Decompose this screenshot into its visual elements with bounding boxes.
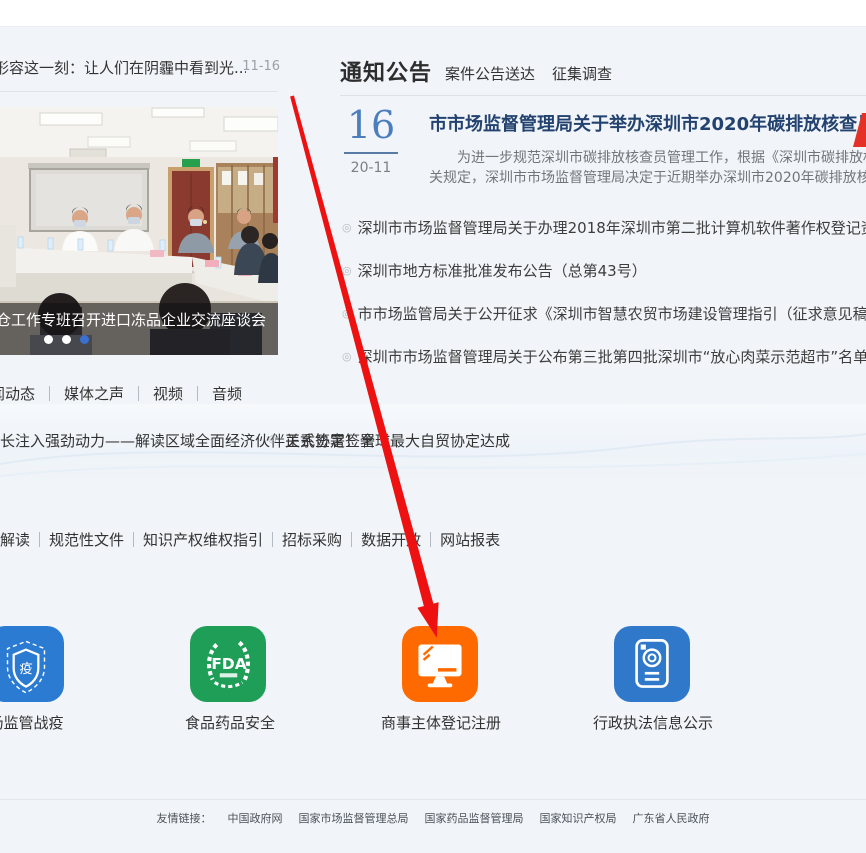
footer-label: 友情链接： (157, 810, 212, 826)
divider (430, 532, 431, 547)
ticker-item-2[interactable]: 正式签署！全球最大自贸协定达成 (285, 430, 510, 451)
divider (197, 386, 198, 401)
notice-item-row: ◎ 深圳市地方标准批准发布公告（总第43号） (342, 259, 866, 281)
left-news-link[interactable]: 形容这一刻：让人们在阴霾中看到光... (0, 57, 246, 78)
featured-summary-line1: 为进一步规范深圳市碳排放核查员管理工作，根据《深圳市碳排放权交易管理暂 (429, 147, 866, 167)
carousel-dots (44, 335, 89, 344)
notice-item-link[interactable]: 深圳市市场监督管理局关于公布第三批第四批深圳市“放心肉菜示范超市”名单的... (358, 346, 866, 367)
card-epidemic-label[interactable]: 场监管战疫 (0, 712, 106, 733)
notice-item-link[interactable]: 深圳市地方标准批准发布公告（总第43号） (358, 260, 647, 281)
featured-day: 16 (344, 102, 398, 148)
media-nav-news[interactable]: 闻动态 (0, 383, 35, 404)
tab-survey[interactable]: 征集调查 (552, 63, 612, 84)
card-food-drug-label[interactable]: 食品药品安全 (150, 712, 310, 733)
media-nav-voice[interactable]: 媒体之声 (64, 383, 124, 404)
list-bullet-icon: ◎ (342, 350, 352, 363)
quick-link-normative-docs[interactable]: 规范性文件 (49, 529, 124, 550)
divider (351, 532, 352, 547)
tab-case-announcements[interactable]: 案件公告送达 (445, 63, 535, 84)
monitor-icon (402, 626, 478, 702)
media-nav-video[interactable]: 视频 (153, 383, 183, 404)
card-law-enforcement-info[interactable] (614, 626, 690, 702)
divider (138, 386, 139, 401)
date-badge-line (344, 152, 398, 154)
notice-divider (340, 95, 866, 96)
footer-divider (0, 799, 866, 800)
carousel-caption-bar: 仓工作专班召开进口冻品企业交流座谈会 (0, 303, 278, 355)
carousel-dot-1[interactable] (44, 335, 53, 344)
fda-wreath-icon: FDA (190, 626, 266, 702)
footer-link-gov-cn[interactable]: 中国政府网 (228, 810, 283, 826)
carousel-caption[interactable]: 仓工作专班召开进口冻品企业交流座谈会 (0, 309, 278, 330)
notice-item-row: ◎ 深圳市市场监督管理局关于办理2018年深圳市第二批计算机软件著作权登记资助领 (342, 216, 866, 238)
card-epidemic-supervision[interactable]: 疫 (0, 626, 64, 702)
top-white-strip (0, 0, 866, 27)
news-carousel-photo[interactable]: 仓工作专班召开进口冻品企业交流座谈会 (0, 107, 278, 355)
notice-item-row: ◎ 深圳市市场监督管理局关于公布第三批第四批深圳市“放心肉菜示范超市”名单的..… (342, 345, 866, 367)
carousel-dot-3-active[interactable] (80, 335, 89, 344)
list-bullet-icon: ◎ (342, 264, 352, 277)
news-ticker: 长注入强劲动力——解读区域全面经济伙伴关系协定签署 ◎ 正式签署！全球最大自贸协… (0, 430, 866, 452)
svg-text:疫: 疫 (19, 661, 32, 677)
featured-date-badge: 16 20-11 (344, 102, 398, 176)
left-divider (0, 91, 278, 92)
card-food-drug-safety[interactable]: FDA (190, 626, 266, 702)
quick-links-row: 解读 规范性文件 知识产权维权指引 招标采购 数据开放 网站报表 (0, 529, 500, 550)
notice-item-link[interactable]: 深圳市市场监督管理局关于办理2018年深圳市第二批计算机软件著作权登记资助领 (358, 217, 866, 238)
media-nav: 闻动态 媒体之声 视频 音频 (0, 383, 242, 404)
card-business-registration[interactable] (402, 626, 478, 702)
footer-link-nmpa[interactable]: 国家药品监督管理局 (425, 810, 524, 826)
divider (133, 532, 134, 547)
notice-item-row: ◎ 市市场监管局关于公开征求《深圳市智慧农贸市场建设管理指引（征求意见稿）》..… (342, 302, 866, 324)
featured-month: 20-11 (344, 160, 398, 176)
left-news-row: 形容这一刻：让人们在阴霾中看到光... 11-16 (0, 57, 284, 79)
quick-link-bidding[interactable]: 招标采购 (282, 529, 342, 550)
media-nav-audio[interactable]: 音频 (212, 383, 242, 404)
quick-link-ip-guide[interactable]: 知识产权维权指引 (143, 529, 263, 550)
notice-section-title: 通知公告 (340, 55, 432, 87)
featured-summary-line2: 关规定，深圳市市场监督管理局决定于近期举办深圳市2020年碳排放核查员专业知 (429, 167, 866, 187)
divider (272, 532, 273, 547)
divider (49, 386, 50, 401)
divider (39, 532, 40, 547)
list-bullet-icon: ◎ (342, 221, 352, 234)
ticker-bullet-icon: ◎ (268, 434, 277, 445)
footer-link-samr[interactable]: 国家市场监督管理总局 (299, 810, 409, 826)
card-business-label[interactable]: 商事主体登记注册 (361, 712, 521, 733)
shield-epidemic-icon: 疫 (0, 626, 64, 702)
carousel-dot-2[interactable] (62, 335, 71, 344)
featured-headline-link[interactable]: 市市场监督管理局关于举办深圳市2020年碳排放核查员专业知 (429, 110, 866, 136)
notice-item-link[interactable]: 市市场监管局关于公开征求《深圳市智慧农贸市场建设管理指引（征求意见稿）》... (358, 303, 866, 324)
camera-icon (614, 626, 690, 702)
list-bullet-icon: ◎ (342, 307, 352, 320)
footer-link-cnipa[interactable]: 国家知识产权局 (540, 810, 617, 826)
card-enforcement-label[interactable]: 行政执法信息公示 (573, 712, 733, 733)
svg-text:FDA: FDA (211, 655, 246, 673)
footer-link-gd-gov[interactable]: 广东省人民政府 (633, 810, 710, 826)
footer-links: 友情链接： 中国政府网 国家市场监督管理总局 国家药品监督管理局 国家知识产权局… (0, 810, 866, 826)
quick-link-interpretation[interactable]: 解读 (0, 529, 30, 550)
quick-link-site-report[interactable]: 网站报表 (440, 529, 500, 550)
left-news-date: 11-16 (242, 59, 280, 74)
quick-link-open-data[interactable]: 数据开放 (361, 529, 421, 550)
